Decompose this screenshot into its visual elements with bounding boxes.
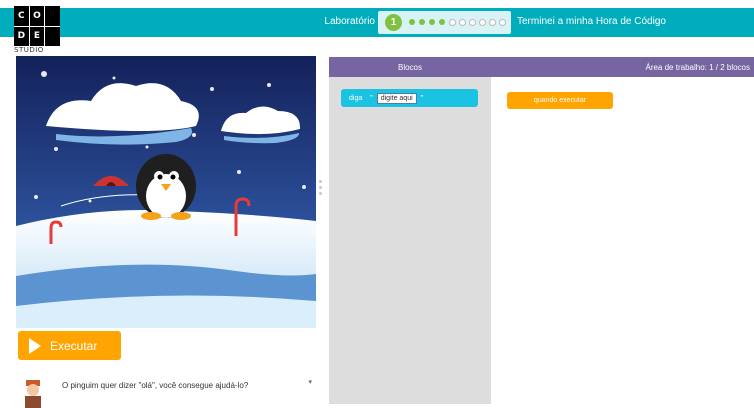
logo-letter: E	[29, 26, 45, 46]
say-block-quote-close: "	[420, 94, 424, 102]
workspace-header: Blocos Área de trabalho: 1 / 2 blocos	[329, 57, 754, 77]
logo-letter: O	[29, 6, 45, 26]
progress-dot[interactable]	[429, 19, 435, 25]
say-block[interactable]: diga " digite aqui "	[341, 89, 478, 107]
instructions-panel: O pinguim quer dizer "olá", você consegu…	[18, 374, 318, 408]
when-run-block[interactable]: quando executar	[507, 92, 613, 109]
logo-subtitle: STUDIO	[14, 46, 44, 54]
when-run-block-label: quando executar	[533, 97, 587, 104]
header-bar: C O D E STUDIO Laboratório 1 Terminei a …	[0, 0, 754, 54]
progress-dot[interactable]	[499, 19, 506, 26]
progress-dot[interactable]	[449, 19, 456, 26]
block-workspace[interactable]	[491, 77, 754, 404]
run-button-label: Executar	[50, 338, 98, 353]
play-icon	[29, 337, 41, 354]
finish-hour-of-code-link[interactable]: Terminei a minha Hora de Código	[517, 16, 666, 27]
say-block-text-field[interactable]: digite aqui	[376, 92, 417, 104]
say-block-quote-open: "	[370, 94, 373, 102]
run-button[interactable]: Executar	[18, 331, 121, 360]
current-level-badge[interactable]: 1	[385, 14, 402, 31]
chevron-down-icon[interactable]: ▾	[308, 378, 312, 386]
block-toolbox	[329, 77, 491, 404]
code-studio-logo[interactable]: C O D E STUDIO	[14, 6, 60, 54]
play-area	[16, 56, 316, 328]
progress-dot[interactable]	[479, 19, 486, 26]
lab-label: Laboratório	[324, 16, 375, 27]
workspace-title: Área de trabalho: 1 / 2 blocos	[645, 62, 750, 72]
panel-resize-handle[interactable]	[319, 180, 323, 198]
level-progress: 1	[378, 11, 511, 34]
logo-letter	[45, 26, 60, 46]
progress-dot[interactable]	[469, 19, 476, 26]
progress-dot[interactable]	[459, 19, 466, 26]
say-block-label: diga	[349, 94, 363, 102]
progress-dot[interactable]	[409, 19, 415, 25]
logo-letter	[45, 6, 60, 26]
progress-dot[interactable]	[489, 19, 496, 26]
logo-letter: C	[14, 6, 29, 26]
logo-grid: C O D E	[14, 6, 60, 46]
instructions-text: O pinguim quer dizer "olá", você consegu…	[62, 381, 249, 390]
progress-dot[interactable]	[439, 19, 445, 25]
stage-scene	[16, 56, 316, 328]
progress-dot[interactable]	[419, 19, 425, 25]
toolbox-title: Blocos	[397, 62, 422, 72]
logo-letter: D	[14, 26, 29, 46]
